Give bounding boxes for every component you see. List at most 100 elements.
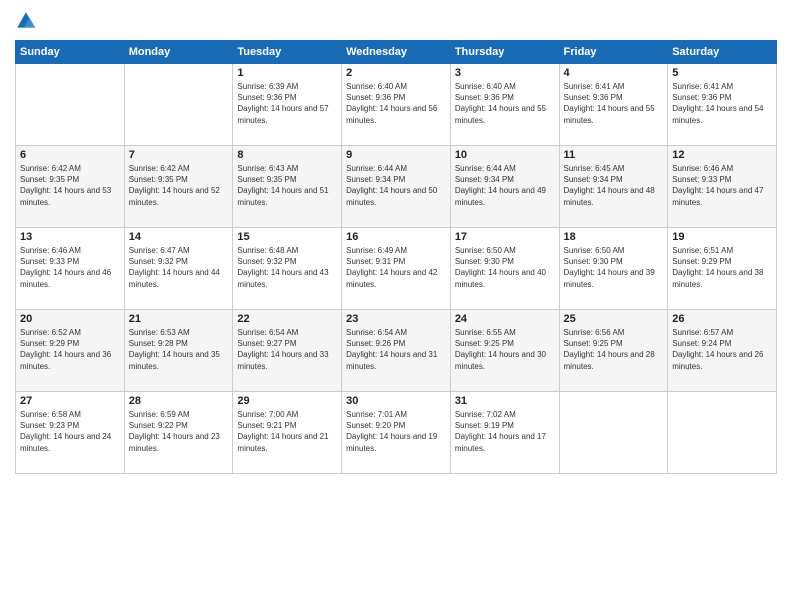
day-cell: 14Sunrise: 6:47 AM Sunset: 9:32 PM Dayli… — [124, 228, 233, 310]
day-info: Sunrise: 6:43 AM Sunset: 9:35 PM Dayligh… — [237, 163, 337, 208]
day-number: 15 — [237, 231, 337, 243]
day-cell: 20 Sunrise: 6:52 AM Sunset: 9:29 PM Dayli… — [16, 310, 125, 392]
day-number: 22 — [237, 313, 337, 325]
day-info: Sunrise: 6:54 AM Sunset: 9:26 PM Dayligh… — [346, 327, 446, 372]
day-cell: 5 Sunrise: 6:41 AM Sunset: 9:36 PM Daylig… — [668, 64, 777, 146]
day-info: Sunrise: 6:40 AM Sunset: 9:36 PM Dayligh… — [455, 81, 555, 126]
day-number: 16 — [346, 231, 446, 243]
day-info: Sunrise: 6:59 AM Sunset: 9:22 PM Dayligh… — [129, 409, 229, 454]
day-number: 3 — [455, 67, 555, 79]
day-cell: 4Sunrise: 6:41 AM Sunset: 9:36 PM Daylig… — [559, 64, 668, 146]
week-row-4: 20 Sunrise: 6:52 AM Sunset: 9:29 PM Dayli… — [16, 310, 777, 392]
day-cell: 21Sunrise: 6:53 AM Sunset: 9:28 PM Dayli… — [124, 310, 233, 392]
day-number: 10 — [455, 149, 555, 161]
weekday-header-row: SundayMondayTuesdayWednesdayThursdayFrid… — [16, 41, 777, 64]
day-cell — [559, 392, 668, 474]
day-info: Sunrise: 6:44 AM Sunset: 9:34 PM Dayligh… — [346, 163, 446, 208]
day-number: 20 — [20, 313, 120, 325]
day-cell: 25 Sunrise: 6:56 AM Sunset: 9:25 PM Dayli… — [559, 310, 668, 392]
day-number: 9 — [346, 149, 446, 161]
day-number: 17 — [455, 231, 555, 243]
day-cell: 12 Sunrise: 6:46 AM Sunset: 9:33 PM Dayli… — [668, 146, 777, 228]
day-number: 7 — [129, 149, 229, 161]
day-cell: 13Sunrise: 6:46 AM Sunset: 9:33 PM Dayli… — [16, 228, 125, 310]
day-cell: 18 Sunrise: 6:50 AM Sunset: 9:30 PM Dayli… — [559, 228, 668, 310]
day-number: 11 — [564, 149, 664, 161]
weekday-friday: Friday — [559, 41, 668, 64]
day-info: Sunrise: 6:46 AM Sunset: 9:33 PM Dayligh… — [20, 245, 120, 290]
weekday-thursday: Thursday — [450, 41, 559, 64]
day-info: Sunrise: 6:50 AM Sunset: 9:30 PM Dayligh… — [564, 245, 664, 290]
day-info: Sunrise: 6:39 AM Sunset: 9:36 PM Dayligh… — [237, 81, 337, 126]
week-row-1: 1 Sunrise: 6:39 AM Sunset: 9:36 PM Daylig… — [16, 64, 777, 146]
weekday-wednesday: Wednesday — [342, 41, 451, 64]
day-cell: 6Sunrise: 6:42 AM Sunset: 9:35 PM Daylig… — [16, 146, 125, 228]
day-info: Sunrise: 6:57 AM Sunset: 9:24 PM Dayligh… — [672, 327, 772, 372]
day-number: 29 — [237, 395, 337, 407]
day-number: 18 — [564, 231, 664, 243]
day-number: 19 — [672, 231, 772, 243]
day-info: Sunrise: 6:50 AM Sunset: 9:30 PM Dayligh… — [455, 245, 555, 290]
day-number: 21 — [129, 313, 229, 325]
day-cell: 1 Sunrise: 6:39 AM Sunset: 9:36 PM Daylig… — [233, 64, 342, 146]
week-row-3: 13Sunrise: 6:46 AM Sunset: 9:33 PM Dayli… — [16, 228, 777, 310]
day-number: 12 — [672, 149, 772, 161]
day-number: 8 — [237, 149, 337, 161]
day-number: 23 — [346, 313, 446, 325]
day-info: Sunrise: 6:46 AM Sunset: 9:33 PM Dayligh… — [672, 163, 772, 208]
day-info: Sunrise: 6:52 AM Sunset: 9:29 PM Dayligh… — [20, 327, 120, 372]
day-cell: 15Sunrise: 6:48 AM Sunset: 9:32 PM Dayli… — [233, 228, 342, 310]
day-number: 2 — [346, 67, 446, 79]
day-info: Sunrise: 6:40 AM Sunset: 9:36 PM Dayligh… — [346, 81, 446, 126]
day-info: Sunrise: 6:55 AM Sunset: 9:25 PM Dayligh… — [455, 327, 555, 372]
day-info: Sunrise: 7:02 AM Sunset: 9:19 PM Dayligh… — [455, 409, 555, 454]
header — [15, 10, 777, 32]
day-number: 5 — [672, 67, 772, 79]
day-cell — [668, 392, 777, 474]
day-info: Sunrise: 6:42 AM Sunset: 9:35 PM Dayligh… — [20, 163, 120, 208]
day-info: Sunrise: 6:45 AM Sunset: 9:34 PM Dayligh… — [564, 163, 664, 208]
day-info: Sunrise: 7:00 AM Sunset: 9:21 PM Dayligh… — [237, 409, 337, 454]
day-cell: 26Sunrise: 6:57 AM Sunset: 9:24 PM Dayli… — [668, 310, 777, 392]
day-cell: 19 Sunrise: 6:51 AM Sunset: 9:29 PM Dayli… — [668, 228, 777, 310]
day-number: 28 — [129, 395, 229, 407]
weekday-tuesday: Tuesday — [233, 41, 342, 64]
day-number: 4 — [564, 67, 664, 79]
day-cell: 11 Sunrise: 6:45 AM Sunset: 9:34 PM Dayli… — [559, 146, 668, 228]
day-info: Sunrise: 6:44 AM Sunset: 9:34 PM Dayligh… — [455, 163, 555, 208]
day-number: 14 — [129, 231, 229, 243]
day-cell: 8 Sunrise: 6:43 AM Sunset: 9:35 PM Daylig… — [233, 146, 342, 228]
day-info: Sunrise: 6:54 AM Sunset: 9:27 PM Dayligh… — [237, 327, 337, 372]
day-info: Sunrise: 6:49 AM Sunset: 9:31 PM Dayligh… — [346, 245, 446, 290]
day-info: Sunrise: 7:01 AM Sunset: 9:20 PM Dayligh… — [346, 409, 446, 454]
day-cell: 7 Sunrise: 6:42 AM Sunset: 9:35 PM Daylig… — [124, 146, 233, 228]
day-cell: 27 Sunrise: 6:58 AM Sunset: 9:23 PM Dayli… — [16, 392, 125, 474]
day-number: 27 — [20, 395, 120, 407]
day-info: Sunrise: 6:56 AM Sunset: 9:25 PM Dayligh… — [564, 327, 664, 372]
day-info: Sunrise: 6:42 AM Sunset: 9:35 PM Dayligh… — [129, 163, 229, 208]
logo-icon — [15, 10, 37, 32]
day-cell — [124, 64, 233, 146]
day-info: Sunrise: 6:51 AM Sunset: 9:29 PM Dayligh… — [672, 245, 772, 290]
day-number: 25 — [564, 313, 664, 325]
day-cell: 24Sunrise: 6:55 AM Sunset: 9:25 PM Dayli… — [450, 310, 559, 392]
day-cell: 16 Sunrise: 6:49 AM Sunset: 9:31 PM Dayli… — [342, 228, 451, 310]
day-cell: 22 Sunrise: 6:54 AM Sunset: 9:27 PM Dayli… — [233, 310, 342, 392]
day-cell: 28 Sunrise: 6:59 AM Sunset: 9:22 PM Dayli… — [124, 392, 233, 474]
day-cell — [16, 64, 125, 146]
day-number: 1 — [237, 67, 337, 79]
day-cell: 3 Sunrise: 6:40 AM Sunset: 9:36 PM Daylig… — [450, 64, 559, 146]
day-number: 31 — [455, 395, 555, 407]
day-cell: 17 Sunrise: 6:50 AM Sunset: 9:30 PM Dayli… — [450, 228, 559, 310]
day-info: Sunrise: 6:58 AM Sunset: 9:23 PM Dayligh… — [20, 409, 120, 454]
page: SundayMondayTuesdayWednesdayThursdayFrid… — [0, 0, 792, 612]
day-cell: 2 Sunrise: 6:40 AM Sunset: 9:36 PM Daylig… — [342, 64, 451, 146]
day-cell: 23 Sunrise: 6:54 AM Sunset: 9:26 PM Dayli… — [342, 310, 451, 392]
day-cell: 31 Sunrise: 7:02 AM Sunset: 9:19 PM Dayli… — [450, 392, 559, 474]
day-info: Sunrise: 6:41 AM Sunset: 9:36 PM Dayligh… — [672, 81, 772, 126]
weekday-sunday: Sunday — [16, 41, 125, 64]
calendar-table: SundayMondayTuesdayWednesdayThursdayFrid… — [15, 40, 777, 474]
logo — [15, 10, 41, 32]
day-cell: 10 Sunrise: 6:44 AM Sunset: 9:34 PM Dayli… — [450, 146, 559, 228]
day-cell: 9 Sunrise: 6:44 AM Sunset: 9:34 PM Daylig… — [342, 146, 451, 228]
